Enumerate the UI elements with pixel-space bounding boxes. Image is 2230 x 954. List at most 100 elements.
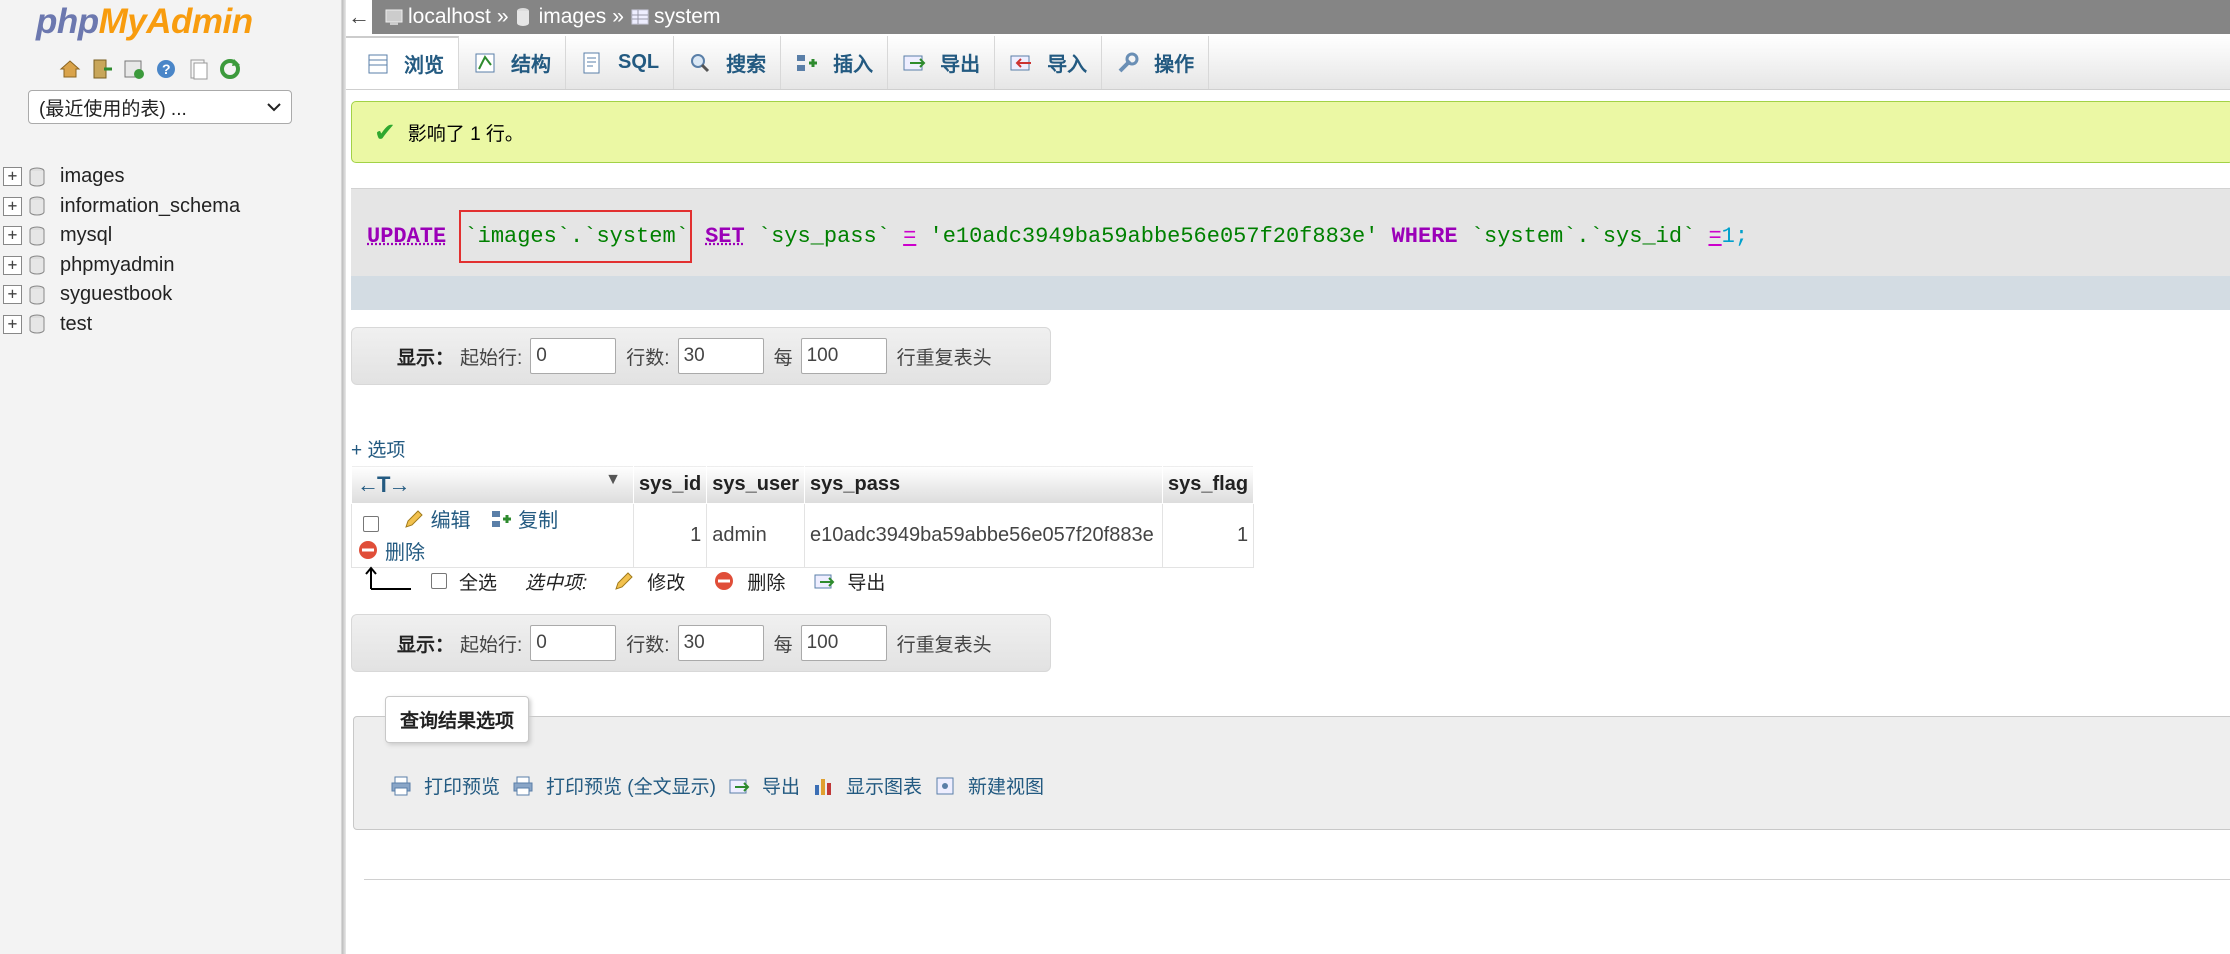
sql-keyword-set[interactable]: SET — [705, 224, 745, 249]
start-row-input[interactable]: 0 — [530, 625, 617, 661]
db-name[interactable]: mysql — [60, 224, 112, 247]
bulk-export-button[interactable]: 导出 — [813, 568, 885, 595]
options-toggle-link[interactable]: + 选项 — [351, 435, 405, 462]
svg-text:?: ? — [162, 61, 171, 77]
bulk-modify-label: 修改 — [647, 572, 686, 594]
breadcrumb-server[interactable]: localhost — [384, 5, 491, 29]
tab-structure[interactable]: 结构 — [459, 36, 566, 89]
select-all-checkbox[interactable] — [431, 573, 447, 589]
navigation-bar-top: 显示： 起始行: 0 行数: 30 每 100 行重复表头 — [351, 327, 1051, 385]
arrow-up-left-icon — [365, 565, 413, 597]
expand-icon[interactable]: + — [3, 314, 22, 334]
export-icon — [813, 570, 835, 592]
tab-browse[interactable]: 浏览 — [346, 36, 459, 89]
breadcrumb-table[interactable]: system — [630, 5, 720, 29]
nav-resize-handle[interactable] — [342, 0, 346, 954]
reload-icon[interactable] — [218, 57, 242, 81]
tab-sql[interactable]: SQL — [566, 36, 675, 89]
docs-icon[interactable] — [186, 57, 210, 81]
home-icon[interactable] — [58, 57, 82, 81]
collapse-nav-arrow-icon[interactable]: ← — [346, 0, 372, 34]
db-name[interactable]: information_schema — [60, 195, 240, 218]
phpmyadmin-logo[interactable]: phpMyAdmin — [36, 2, 253, 42]
print-view-full-link[interactable]: 打印预览 (全文显示) — [512, 772, 716, 799]
table-header-row: ←T→ ▼ sys_id sys_user sys_pass sys_flag — [351, 465, 1255, 504]
tab-operations[interactable]: 操作 — [1102, 36, 1210, 89]
delete-row-link[interactable]: 删除 — [357, 536, 425, 565]
logo-admin: Admin — [146, 2, 253, 41]
expand-icon[interactable]: + — [3, 255, 22, 275]
db-name[interactable]: test — [60, 313, 92, 336]
import-icon — [1009, 51, 1033, 75]
query-window-icon[interactable] — [122, 57, 146, 81]
db-item-images[interactable]: + images — [0, 162, 240, 192]
database-icon — [28, 314, 46, 334]
nav-icon-bar: ? — [58, 57, 242, 81]
repeat-every-label: 每 — [773, 634, 793, 656]
column-arrows-control[interactable]: ←T→ — [357, 472, 410, 497]
logo-my: My — [98, 2, 147, 41]
bulk-export-label: 导出 — [847, 572, 886, 594]
logout-icon[interactable] — [90, 57, 114, 81]
export-link[interactable]: 导出 — [728, 772, 800, 799]
repeat-every-input[interactable]: 100 — [800, 338, 887, 374]
sql-operator[interactable]: = — [903, 224, 916, 249]
repeat-header-label: 行重复表头 — [896, 634, 992, 656]
db-item-phpmyadmin[interactable]: + phpmyadmin — [0, 251, 240, 281]
sql-operator-2[interactable]: = — [1708, 224, 1721, 249]
db-item-mysql[interactable]: + mysql — [0, 221, 240, 251]
db-name[interactable]: syguestbook — [60, 283, 172, 306]
expand-icon[interactable]: + — [3, 196, 22, 216]
db-name[interactable]: phpmyadmin — [60, 254, 175, 277]
cell-sys-user[interactable]: admin — [706, 503, 806, 568]
repeat-every-input[interactable]: 100 — [800, 625, 887, 661]
edit-label: 编辑 — [430, 510, 471, 532]
cell-sys-pass[interactable]: e10adc3949ba59abbe56e057f20f883e — [804, 503, 1164, 568]
copy-row-link[interactable]: 复制 — [490, 504, 558, 533]
sql-keyword-update[interactable]: UPDATE — [367, 224, 446, 249]
column-header-sys-user[interactable]: sys_user — [706, 465, 806, 504]
cell-sys-flag[interactable]: 1 — [1162, 503, 1255, 568]
bulk-delete-button[interactable]: 删除 — [713, 568, 785, 595]
tab-search[interactable]: 搜索 — [674, 36, 782, 89]
create-view-link[interactable]: 新建视图 — [934, 772, 1044, 799]
recent-tables-select[interactable]: (最近使用的表) ... — [28, 90, 292, 124]
database-icon — [28, 167, 46, 187]
help-icon[interactable]: ? — [154, 57, 178, 81]
db-item-information-schema[interactable]: + information_schema — [0, 192, 240, 222]
tab-insert[interactable]: 插入 — [781, 36, 889, 89]
select-all[interactable]: 全选 — [431, 568, 497, 595]
expand-icon[interactable]: + — [3, 167, 22, 187]
db-item-syguestbook[interactable]: + syguestbook — [0, 280, 240, 310]
breadcrumb-separator: » — [496, 5, 509, 28]
export-icon — [728, 775, 750, 797]
column-header-sys-flag[interactable]: sys_flag — [1162, 465, 1255, 504]
breadcrumb-database[interactable]: images — [515, 5, 606, 29]
print-view-link[interactable]: 打印预览 — [390, 772, 500, 799]
export-icon — [902, 51, 926, 75]
tab-export[interactable]: 导出 — [888, 36, 996, 89]
display-chart-link[interactable]: 显示图表 — [812, 772, 922, 799]
start-row-label: 起始行: — [460, 634, 523, 656]
database-icon — [28, 285, 46, 305]
expand-icon[interactable]: + — [3, 285, 22, 305]
tab-sql-label: SQL — [618, 51, 660, 73]
bulk-modify-button[interactable]: 修改 — [613, 568, 685, 595]
column-header-sys-pass[interactable]: sys_pass — [804, 465, 1164, 504]
row-checkbox[interactable] — [363, 516, 379, 533]
edit-row-link[interactable]: 编辑 — [403, 504, 471, 533]
sql-keyword-where[interactable]: WHERE — [1392, 224, 1458, 249]
cell-sys-id[interactable]: 1 — [632, 503, 708, 568]
db-name[interactable]: images — [60, 165, 124, 188]
rows-input[interactable]: 30 — [677, 625, 764, 661]
print-view-label: 打印预览 — [424, 777, 501, 798]
rows-input[interactable]: 30 — [677, 338, 764, 374]
tab-import[interactable]: 导入 — [995, 36, 1103, 89]
database-icon — [28, 226, 46, 246]
navigation-bar-bottom: 显示： 起始行: 0 行数: 30 每 100 行重复表头 — [351, 614, 1051, 672]
start-row-input[interactable]: 0 — [530, 338, 617, 374]
expand-icon[interactable]: + — [3, 226, 22, 246]
sort-dropdown-icon[interactable]: ▼ — [605, 471, 621, 489]
column-header-sys-id[interactable]: sys_id — [632, 465, 708, 504]
db-item-test[interactable]: + test — [0, 310, 240, 340]
